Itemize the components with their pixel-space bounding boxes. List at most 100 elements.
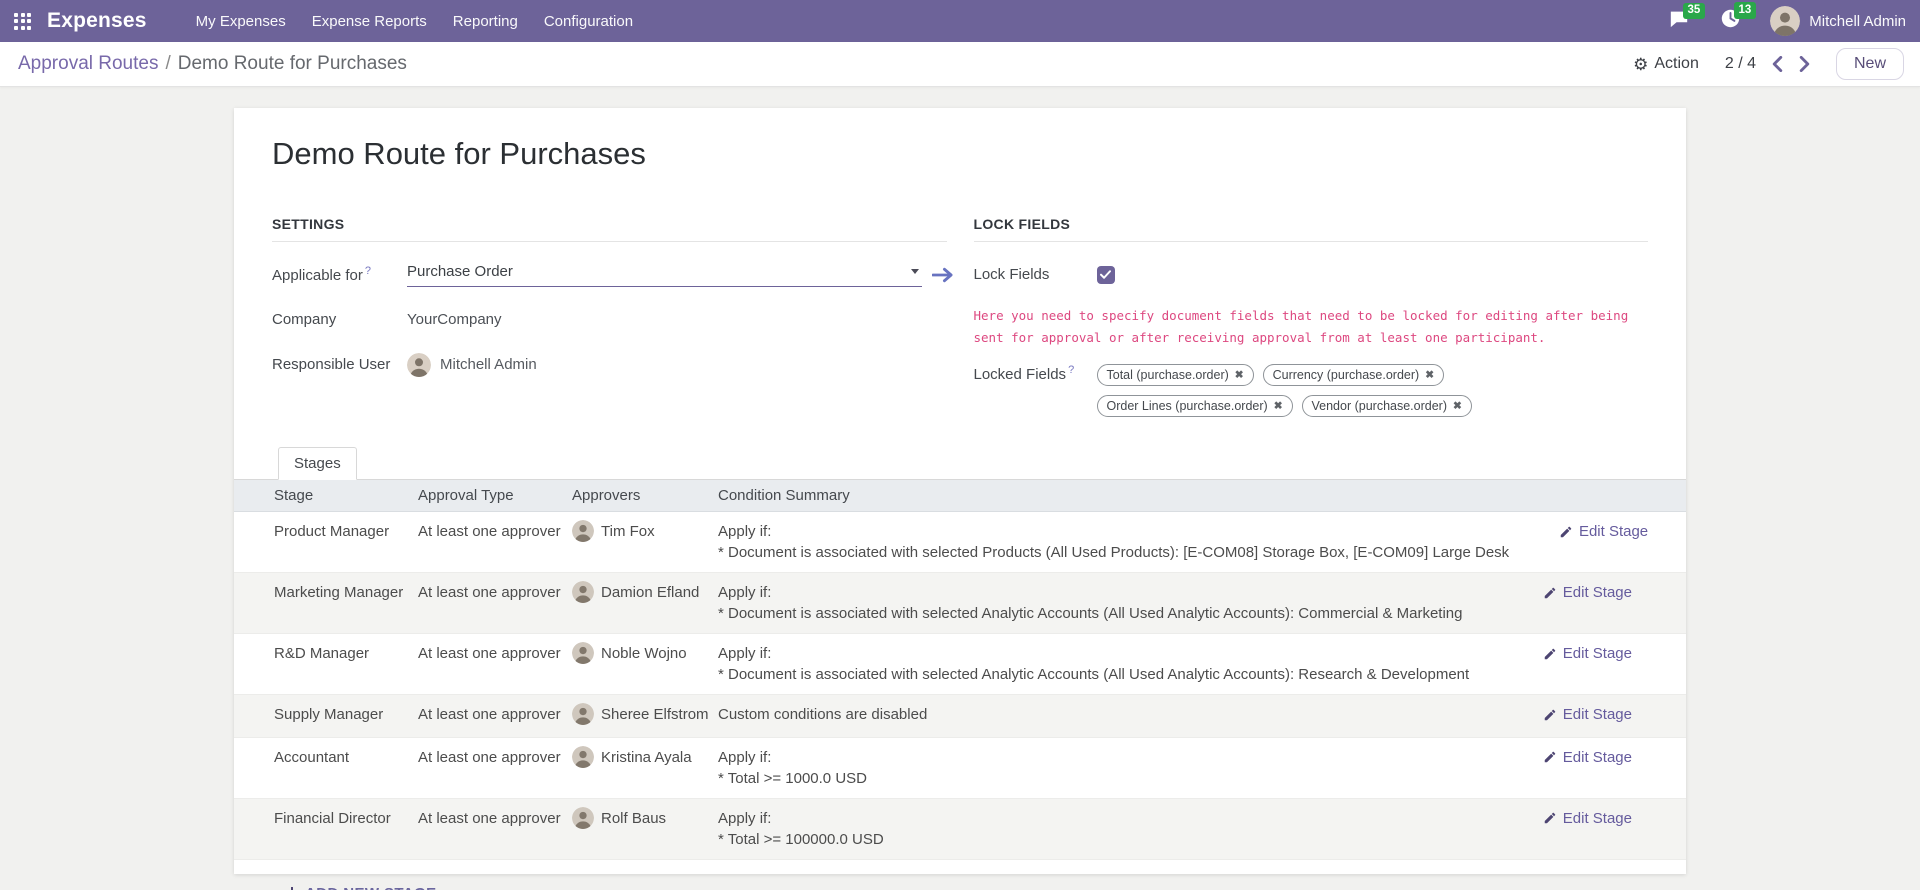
approver-cell: Noble Wojno bbox=[572, 634, 718, 694]
row-handle-cell bbox=[234, 738, 274, 798]
menu-item-expense-reports[interactable]: Expense Reports bbox=[299, 0, 440, 42]
company-label: Company bbox=[272, 311, 407, 328]
column-header-approvers[interactable]: Approvers bbox=[572, 480, 718, 511]
pencil-icon bbox=[1543, 586, 1557, 600]
row-handle-cell bbox=[234, 799, 274, 859]
breadcrumb-parent-link[interactable]: Approval Routes bbox=[18, 53, 158, 75]
locked-field-tag: Currency (purchase.order) ✖ bbox=[1263, 364, 1444, 386]
activities-button[interactable]: 13 bbox=[1721, 9, 1740, 33]
dropdown-caret-icon[interactable] bbox=[911, 269, 919, 274]
menu-item-my-expenses[interactable]: My Expenses bbox=[183, 0, 299, 42]
edit-stage-button[interactable]: Edit Stage bbox=[1543, 747, 1632, 768]
approval-type-cell: At least one approver bbox=[418, 695, 572, 737]
row-handle-cell bbox=[234, 573, 274, 633]
company-field[interactable]: YourCompany bbox=[407, 311, 502, 328]
activities-count-badge: 13 bbox=[1734, 2, 1757, 19]
remove-tag-icon[interactable]: ✖ bbox=[1453, 397, 1462, 415]
apps-grid-icon[interactable] bbox=[14, 13, 31, 30]
column-header-stage[interactable]: Stage bbox=[274, 480, 418, 511]
column-header-actions bbox=[1501, 480, 1686, 511]
action-menu-button[interactable]: ⚙ Action bbox=[1633, 55, 1699, 73]
responsible-user-field[interactable]: Mitchell Admin bbox=[407, 353, 537, 377]
column-header-approval-type[interactable]: Approval Type bbox=[418, 480, 572, 511]
new-button[interactable]: New bbox=[1836, 48, 1904, 80]
row-handle-cell bbox=[234, 695, 274, 737]
stage-name-cell: Marketing Manager bbox=[274, 573, 418, 633]
add-new-stage-button[interactable]: ADD NEW STAGE bbox=[286, 885, 437, 890]
locked-field-tag: Vendor (purchase.order) ✖ bbox=[1302, 395, 1472, 417]
remove-tag-icon[interactable]: ✖ bbox=[1235, 366, 1244, 384]
breadcrumb-separator: / bbox=[165, 53, 170, 75]
edit-stage-button[interactable]: Edit Stage bbox=[1543, 808, 1632, 829]
approval-type-cell: At least one approver bbox=[418, 634, 572, 694]
pager-next-icon[interactable] bbox=[1799, 56, 1810, 72]
applicable-for-field[interactable]: Purchase Order bbox=[407, 263, 922, 287]
condition-summary-cell: Apply if: * Document is associated with … bbox=[718, 512, 1517, 572]
approver-cell: Tim Fox bbox=[572, 512, 718, 572]
page-title: Demo Route for Purchases bbox=[234, 108, 1686, 172]
user-name: Mitchell Admin bbox=[1809, 13, 1906, 30]
gear-icon: ⚙ bbox=[1633, 56, 1648, 73]
remove-tag-icon[interactable]: ✖ bbox=[1274, 397, 1283, 415]
user-menu[interactable]: Mitchell Admin bbox=[1770, 6, 1906, 36]
app-brand[interactable]: Expenses bbox=[47, 9, 147, 33]
table-body: Product Manager At least one approver Ti… bbox=[234, 512, 1686, 860]
column-header-condition-summary[interactable]: Condition Summary bbox=[718, 480, 1501, 511]
lock-fields-checkbox[interactable] bbox=[1097, 266, 1115, 284]
messages-count-badge: 35 bbox=[1683, 3, 1706, 20]
pencil-icon bbox=[1543, 647, 1557, 661]
stage-table-row[interactable]: Financial Director At least one approver… bbox=[234, 799, 1686, 860]
condition-summary-cell: Apply if: * Document is associated with … bbox=[718, 634, 1501, 694]
approver-avatar bbox=[572, 520, 594, 542]
applicable-for-label: Applicable for? bbox=[272, 265, 407, 284]
help-tooltip-icon[interactable]: ? bbox=[365, 265, 371, 277]
approver-avatar bbox=[572, 642, 594, 664]
tab-stages[interactable]: Stages bbox=[278, 447, 357, 480]
edit-stage-button[interactable]: Edit Stage bbox=[1559, 521, 1648, 542]
responsible-user-label: Responsible User bbox=[272, 356, 407, 373]
stage-table-row[interactable]: Supply Manager At least one approver She… bbox=[234, 695, 1686, 738]
edit-stage-button[interactable]: Edit Stage bbox=[1543, 582, 1632, 603]
lock-fields-heading: LOCK FIELDS bbox=[974, 216, 1649, 242]
stage-table-row[interactable]: R&D Manager At least one approver Noble … bbox=[234, 634, 1686, 695]
approver-name: Kristina Ayala bbox=[601, 747, 692, 768]
breadcrumb-current: Demo Route for Purchases bbox=[178, 53, 407, 75]
locked-field-tag: Total (purchase.order) ✖ bbox=[1097, 364, 1254, 386]
locked-fields-label: Locked Fields? bbox=[974, 364, 1097, 383]
handle-column-header bbox=[234, 480, 274, 511]
edit-stage-button[interactable]: Edit Stage bbox=[1543, 643, 1632, 664]
approver-avatar bbox=[572, 807, 594, 829]
help-tooltip-icon[interactable]: ? bbox=[1068, 364, 1074, 376]
notebook-tabs: Stages bbox=[234, 447, 1686, 480]
lock-fields-label: Lock Fields bbox=[974, 266, 1097, 283]
form-sheet: Demo Route for Purchases SETTINGS Applic… bbox=[234, 108, 1686, 874]
responsible-user-avatar bbox=[407, 353, 431, 377]
content-area: Demo Route for Purchases SETTINGS Applic… bbox=[0, 87, 1920, 890]
stages-table: Stage Approval Type Approvers Condition … bbox=[234, 480, 1686, 860]
pencil-icon bbox=[1543, 811, 1557, 825]
settings-heading: SETTINGS bbox=[272, 216, 947, 242]
approver-cell: Kristina Ayala bbox=[572, 738, 718, 798]
locked-fields-taglist[interactable]: Total (purchase.order) ✖ Currency (purch… bbox=[1097, 364, 1649, 417]
stage-table-row[interactable]: Marketing Manager At least one approver … bbox=[234, 573, 1686, 634]
menu-item-reporting[interactable]: Reporting bbox=[440, 0, 531, 42]
top-navbar: Expenses My ExpensesExpense ReportsRepor… bbox=[0, 0, 1920, 42]
stage-table-row[interactable]: Accountant At least one approver Kristin… bbox=[234, 738, 1686, 799]
remove-tag-icon[interactable]: ✖ bbox=[1425, 366, 1434, 384]
messages-button[interactable]: 35 bbox=[1669, 10, 1689, 33]
user-avatar bbox=[1770, 6, 1800, 36]
locked-field-tag: Order Lines (purchase.order) ✖ bbox=[1097, 395, 1293, 417]
stage-name-cell: R&D Manager bbox=[274, 634, 418, 694]
approver-avatar bbox=[572, 581, 594, 603]
check-icon bbox=[1100, 270, 1111, 279]
internal-link-arrow-icon[interactable] bbox=[932, 267, 953, 283]
pager-previous-icon[interactable] bbox=[1772, 56, 1783, 72]
menu-item-configuration[interactable]: Configuration bbox=[531, 0, 646, 42]
approval-type-cell: At least one approver bbox=[418, 738, 572, 798]
pager-value: 2 / 4 bbox=[1725, 55, 1756, 73]
stage-table-row[interactable]: Product Manager At least one approver Ti… bbox=[234, 512, 1686, 573]
edit-stage-button[interactable]: Edit Stage bbox=[1543, 704, 1632, 725]
approval-type-cell: At least one approver bbox=[418, 573, 572, 633]
condition-summary-cell: Apply if: * Total >= 100000.0 USD bbox=[718, 799, 1501, 859]
pencil-icon bbox=[1543, 750, 1557, 764]
